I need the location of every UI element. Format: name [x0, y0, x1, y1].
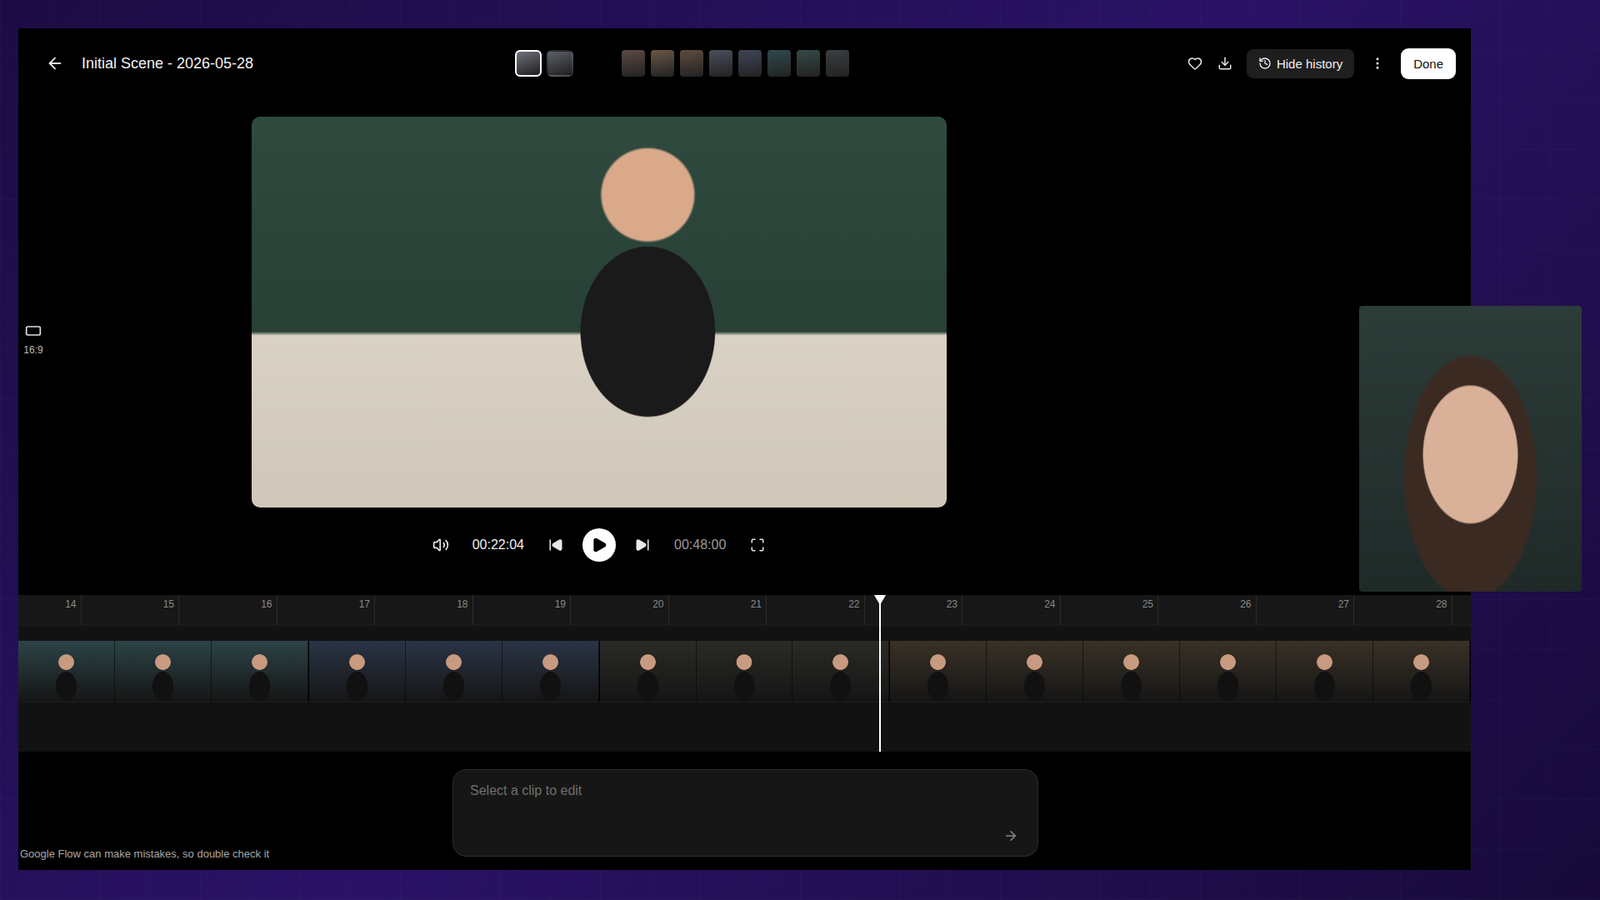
empty-track: [18, 701, 1471, 752]
playhead-handle-icon[interactable]: [874, 595, 886, 605]
webcam-overlay: [1359, 305, 1582, 592]
player-controls: 00:22:04 00:48:00: [425, 528, 774, 562]
ruler-tick: 24: [962, 595, 1061, 625]
ruler-tick: 15: [81, 595, 180, 625]
clip-frame: [890, 640, 987, 702]
header: Initial Scene - 2026-05-28 Hide history Do…: [18, 28, 1471, 99]
aspect-ratio-label: 16:9: [23, 344, 43, 356]
clip-frame: [696, 640, 794, 702]
arrow-left-icon: [45, 54, 65, 73]
ruler-tick: 28: [1354, 595, 1453, 625]
clip-thumbnail[interactable]: [680, 50, 704, 77]
clip-thumbnail[interactable]: [650, 50, 675, 77]
scene-title: Initial Scene - 2026-05-28: [81, 55, 515, 73]
previous-button[interactable]: [540, 530, 571, 560]
next-button[interactable]: [627, 530, 658, 560]
download-icon: [1217, 55, 1233, 71]
volume-button[interactable]: [425, 530, 456, 560]
clip-track: [18, 640, 1471, 702]
more-vertical-icon: [1370, 55, 1385, 71]
aspect-ratio-control[interactable]: 16:9: [18, 322, 49, 356]
heart-icon: [1187, 55, 1203, 71]
bottom-bar: Google Flow can make mistakes, so double…: [18, 751, 1471, 869]
clip-frame: [1276, 640, 1374, 702]
ruler-tick: 19: [473, 595, 572, 625]
playhead[interactable]: [879, 595, 881, 752]
timeline-clip[interactable]: [600, 640, 891, 702]
clip-thumbnail[interactable]: [825, 50, 850, 77]
skip-forward-icon: [635, 537, 650, 553]
volume-icon: [432, 536, 450, 554]
clip-thumbnail[interactable]: [709, 50, 733, 77]
clip-frame: [211, 640, 309, 702]
skip-back-icon: [548, 537, 564, 553]
player: 00:22:04 00:48:00: [251, 116, 947, 562]
ruler-tick: 26: [1158, 595, 1257, 625]
arrow-right-icon: [1003, 828, 1019, 844]
page: Initial Scene - 2026-05-28 Hide history Do…: [0, 0, 1600, 900]
more-button[interactable]: [1362, 48, 1393, 79]
scene-thumbnail[interactable]: [515, 50, 542, 77]
back-button[interactable]: [40, 48, 70, 79]
ruler-tick: 25: [1060, 595, 1160, 625]
clip-frame: [405, 640, 503, 702]
clip-frame: [115, 640, 212, 702]
ruler-tick: 18: [375, 595, 474, 625]
clip-thumbnail[interactable]: [767, 50, 791, 77]
history-icon: [1258, 56, 1272, 70]
ruler-tick: 20: [570, 595, 670, 625]
clip-thumbnail[interactable]: [621, 50, 645, 77]
current-time: 00:22:04: [467, 537, 530, 553]
disclaimer: Google Flow can make mistakes, so double…: [18, 847, 453, 860]
clip-frame: [502, 640, 600, 702]
ruler-tick: 14: [18, 595, 82, 625]
clip-frame: [600, 640, 697, 702]
timeline[interactable]: 141516171819202122232425262728: [18, 595, 1471, 752]
prompt-box: [452, 769, 1039, 857]
scene-thumbnail[interactable]: [546, 50, 574, 77]
clip-thumbnail[interactable]: [738, 50, 762, 77]
video-preview: [251, 116, 947, 508]
hide-history-button[interactable]: Hide history: [1246, 49, 1355, 79]
aspect-ratio-icon: [25, 322, 42, 340]
download-button[interactable]: [1210, 48, 1240, 79]
clip-thumbnails: [621, 50, 850, 77]
ruler-tick: 17: [277, 595, 376, 625]
clip-frame: [986, 640, 1084, 702]
send-button[interactable]: [999, 824, 1023, 848]
main-area: 16:9 00:22:04 00:48:00: [18, 98, 1471, 562]
timeline-clip[interactable]: [309, 640, 600, 702]
prompt-input[interactable]: [470, 783, 1023, 799]
clip-frame: [1373, 640, 1470, 702]
clip-frame: [18, 640, 115, 702]
timeline-clip[interactable]: [18, 640, 310, 702]
scene-thumbnails: [515, 50, 574, 77]
ruler-tick: 27: [1256, 595, 1355, 625]
ruler-tick: 21: [669, 595, 768, 625]
timeline-ruler: 141516171819202122232425262728: [18, 595, 1471, 626]
done-button[interactable]: Done: [1400, 48, 1456, 80]
clip-frame: [1180, 640, 1277, 702]
favorite-button[interactable]: [1180, 48, 1210, 79]
clip-frame: [309, 640, 406, 702]
ruler-tick: 16: [179, 595, 278, 625]
timeline-clip[interactable]: [890, 640, 1471, 702]
play-icon: [590, 536, 608, 554]
editor-window: Initial Scene - 2026-05-28 Hide history Do…: [18, 28, 1471, 870]
fullscreen-button[interactable]: [742, 530, 773, 560]
duration: 00:48:00: [669, 537, 731, 553]
clip-thumbnail[interactable]: [796, 50, 820, 77]
fullscreen-icon: [750, 537, 765, 553]
ruler-tick: 22: [766, 595, 865, 625]
clip-frame: [792, 640, 890, 702]
play-button[interactable]: [582, 528, 616, 562]
clip-frame: [1083, 640, 1180, 702]
